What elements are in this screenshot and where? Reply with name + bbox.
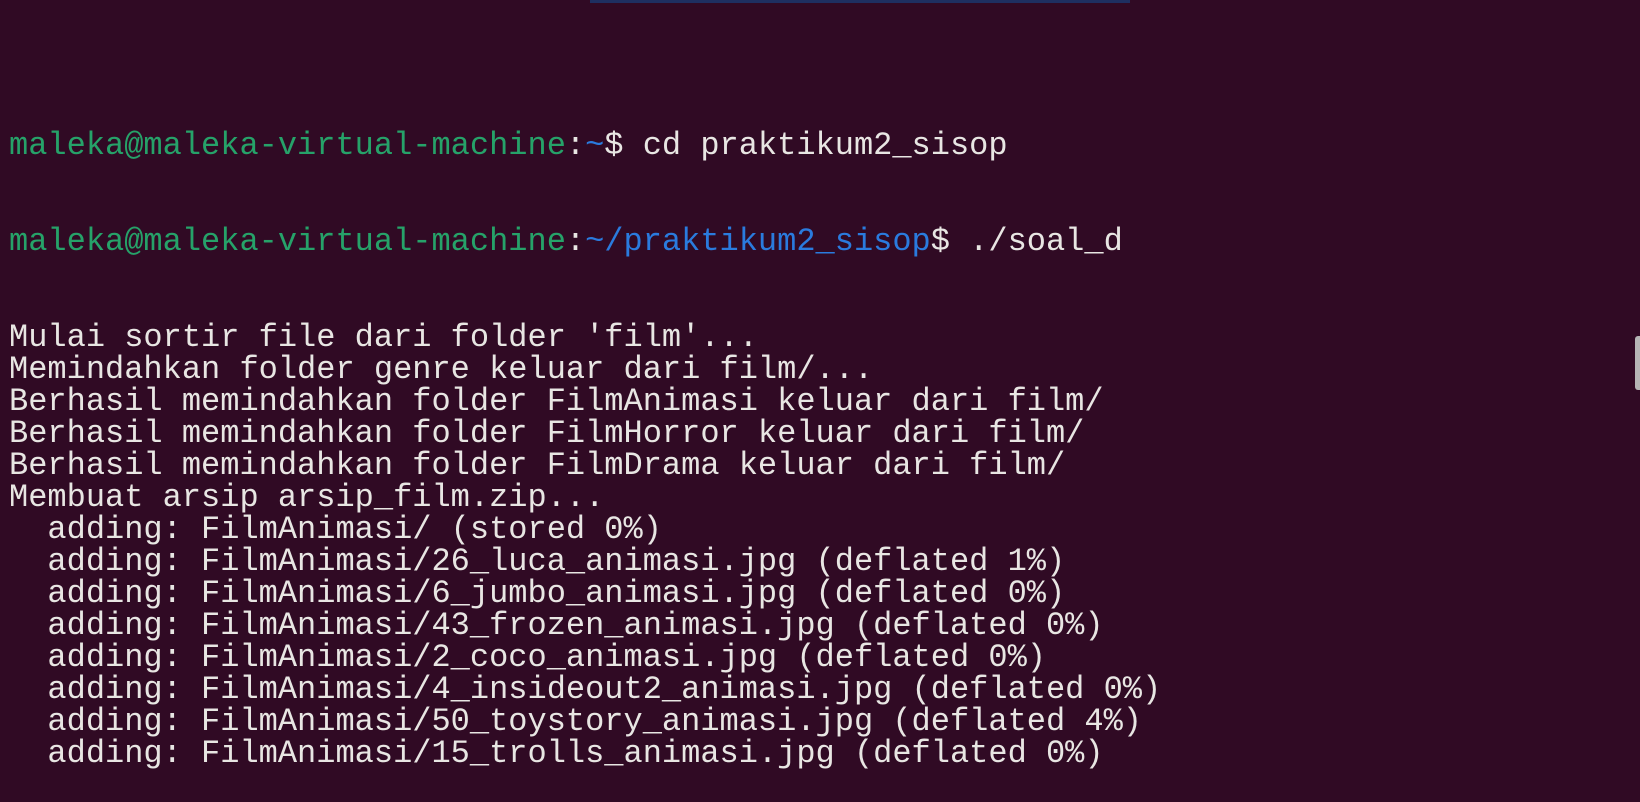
output-line: Mulai sortir file dari folder 'film'... — [9, 319, 758, 356]
prompt-line: maleka@maleka-virtual-machine:~/praktiku… — [9, 223, 1123, 260]
prompt-user-host: maleka@maleka-virtual-machine — [9, 223, 566, 260]
prompt-line: maleka@maleka-virtual-machine:~$ cd prak… — [9, 127, 1008, 164]
output-line: Berhasil memindahkan folder FilmDrama ke… — [9, 447, 1066, 484]
prompt-command: ./soal_d — [969, 223, 1123, 260]
output-line: Berhasil memindahkan folder FilmAnimasi … — [9, 383, 1104, 420]
output-line: Memindahkan folder genre keluar dari fil… — [9, 351, 874, 388]
output-line: Berhasil memindahkan folder FilmHorror k… — [9, 415, 1085, 452]
terminal-output[interactable]: maleka@maleka-virtual-machine:~$ cd prak… — [9, 0, 1161, 802]
output-line: adding: FilmAnimasi/26_luca_animasi.jpg … — [9, 543, 1066, 580]
output-line: adding: FilmAnimasi/50_toystory_animasi.… — [9, 703, 1142, 740]
scrollbar-thumb[interactable] — [1635, 336, 1640, 390]
output-line: adding: FilmAnimasi/6_jumbo_animasi.jpg … — [9, 575, 1066, 612]
prompt-command: cd praktikum2_sisop — [642, 127, 1008, 164]
prompt-user-host: maleka@maleka-virtual-machine — [9, 127, 566, 164]
output-line: adding: FilmAnimasi/ (stored 0%) — [9, 511, 662, 548]
prompt-path: ~ — [585, 127, 605, 164]
output-line: adding: FilmAnimasi/43_frozen_animasi.jp… — [9, 607, 1104, 644]
previous-line — [9, 34, 1161, 66]
output-line: adding: FilmAnimasi/4_insideout2_animasi… — [9, 671, 1162, 708]
output-line: Membuat arsip arsip_film.zip... — [9, 479, 605, 516]
prompt-path: ~/praktikum2_sisop — [585, 223, 931, 260]
output-line: adding: FilmAnimasi/2_coco_animasi.jpg (… — [9, 639, 1046, 676]
output-line: adding: FilmAnimasi/15_trolls_animasi.jp… — [9, 735, 1104, 772]
